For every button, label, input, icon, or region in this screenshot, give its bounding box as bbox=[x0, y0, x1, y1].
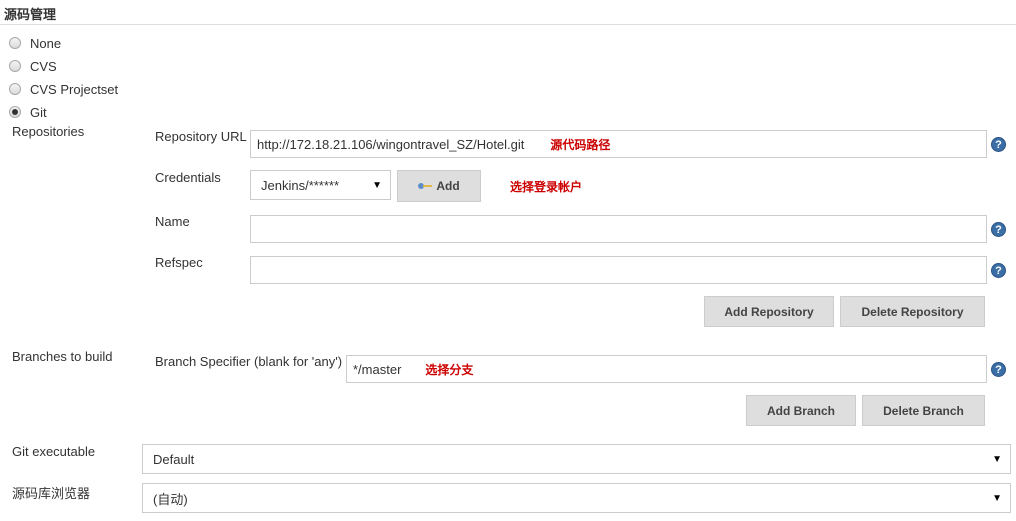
section-header bbox=[0, 0, 1016, 25]
refspec-input[interactable] bbox=[250, 256, 987, 284]
branch-specifier-input[interactable]: */master 选择分支 bbox=[346, 355, 987, 383]
radio-option-none[interactable]: None bbox=[9, 34, 61, 52]
repo-browser-value: (自动) bbox=[153, 491, 188, 507]
git-executable-value: Default bbox=[153, 451, 195, 467]
radio-label-cvs-projectset: CVS Projectset bbox=[30, 81, 119, 97]
repository-url-value: http://172.18.21.106/wingontravel_SZ/Hot… bbox=[257, 136, 525, 152]
git-executable-label: Git executable bbox=[12, 444, 96, 459]
radio-cvs[interactable] bbox=[9, 60, 21, 72]
radio-option-cvs[interactable]: CVS bbox=[9, 57, 57, 75]
radio-label-git: Git bbox=[30, 104, 47, 120]
credentials-select[interactable]: Jenkins/****** ▼ bbox=[250, 170, 391, 200]
git-executable-select[interactable]: Default ▼ bbox=[142, 444, 1011, 474]
repository-url-label: Repository URL bbox=[155, 129, 247, 144]
credentials-label: Credentials bbox=[155, 170, 221, 185]
radio-label-cvs: CVS bbox=[30, 58, 57, 74]
key-icon bbox=[418, 182, 433, 190]
refspec-label: Refspec bbox=[155, 255, 203, 270]
radio-git[interactable] bbox=[9, 106, 21, 118]
radio-label-none: None bbox=[30, 35, 62, 51]
dropdown-arrow-icon: ▼ bbox=[992, 493, 1002, 504]
credentials-value: Jenkins/****** bbox=[261, 177, 340, 193]
branch-specifier-value: */master bbox=[353, 361, 402, 377]
branch-specifier-note: 选择分支 bbox=[425, 362, 474, 377]
dropdown-arrow-icon: ▼ bbox=[372, 180, 382, 191]
help-icon[interactable]: ? bbox=[991, 362, 1006, 377]
radio-cvs-projectset[interactable] bbox=[9, 83, 21, 95]
help-icon[interactable]: ? bbox=[991, 222, 1006, 237]
branch-specifier-label: Branch Specifier (blank for 'any') bbox=[155, 354, 343, 369]
add-credentials-button[interactable]: Add bbox=[397, 170, 481, 202]
add-repository-button[interactable]: Add Repository bbox=[704, 296, 834, 327]
radio-none[interactable] bbox=[9, 37, 21, 49]
help-icon[interactable]: ? bbox=[991, 263, 1006, 278]
delete-branch-button[interactable]: Delete Branch bbox=[862, 395, 985, 426]
help-icon[interactable]: ? bbox=[991, 137, 1006, 152]
credentials-note: 选择登录帐户 bbox=[510, 180, 583, 194]
delete-repository-button[interactable]: Delete Repository bbox=[840, 296, 985, 327]
radio-option-cvs-projectset[interactable]: CVS Projectset bbox=[9, 80, 118, 98]
repository-url-note: 源代码路径 bbox=[550, 137, 611, 152]
dropdown-arrow-icon: ▼ bbox=[992, 454, 1002, 465]
radio-option-git[interactable]: Git bbox=[9, 103, 47, 121]
section-title: 源码管理 bbox=[4, 7, 57, 22]
repo-browser-label: 源码库浏览器 bbox=[12, 486, 91, 501]
add-credentials-label: Add bbox=[436, 179, 460, 193]
add-branch-button[interactable]: Add Branch bbox=[746, 395, 856, 426]
name-label: Name bbox=[155, 214, 190, 229]
repository-url-input[interactable]: http://172.18.21.106/wingontravel_SZ/Hot… bbox=[250, 130, 987, 158]
repositories-label: Repositories bbox=[12, 124, 85, 139]
branches-label: Branches to build bbox=[12, 349, 113, 364]
repo-browser-select[interactable]: (自动) ▼ bbox=[142, 483, 1011, 513]
name-input[interactable] bbox=[250, 215, 987, 243]
